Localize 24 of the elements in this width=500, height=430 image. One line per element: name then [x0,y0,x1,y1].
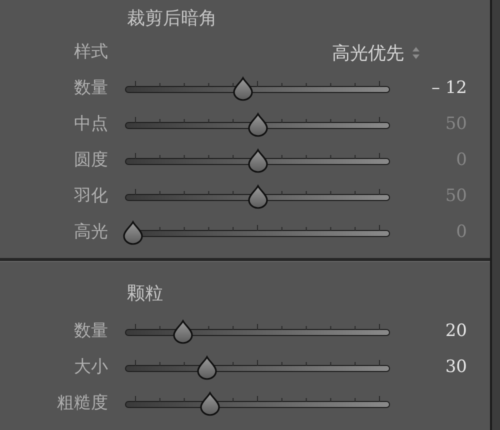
slider-thumb[interactable] [246,148,268,174]
slider-label: 中点 [73,113,109,136]
style-label: 样式 [73,41,109,64]
slider-thumb[interactable] [232,76,254,102]
section-title: 裁剪后暗角 [127,7,218,31]
slider-thumb[interactable] [196,355,218,381]
slider-label: 粗糙度 [56,392,109,416]
slider-thumb[interactable] [246,112,268,138]
slider-label: 数量 [73,77,109,100]
slider-thumb[interactable] [122,220,144,246]
updown-icon [412,46,420,60]
slider-thumb[interactable] [198,391,221,417]
slider-value: 30 [444,356,467,380]
slider-label: 大小 [73,356,109,380]
slider-value: 20 [444,320,467,344]
style-dropdown[interactable]: 高光优先 [332,40,420,66]
slider-label: 数量 [73,320,109,344]
slider-label: 圆度 [73,149,109,172]
slider-label: 高光 [73,221,109,244]
slider-label: 羽化 [73,185,109,208]
slider-thumb[interactable] [172,319,194,345]
section-title: 颗粒 [127,282,164,306]
slider-thumb[interactable] [246,184,268,210]
slider-value: – 12 [430,77,467,100]
